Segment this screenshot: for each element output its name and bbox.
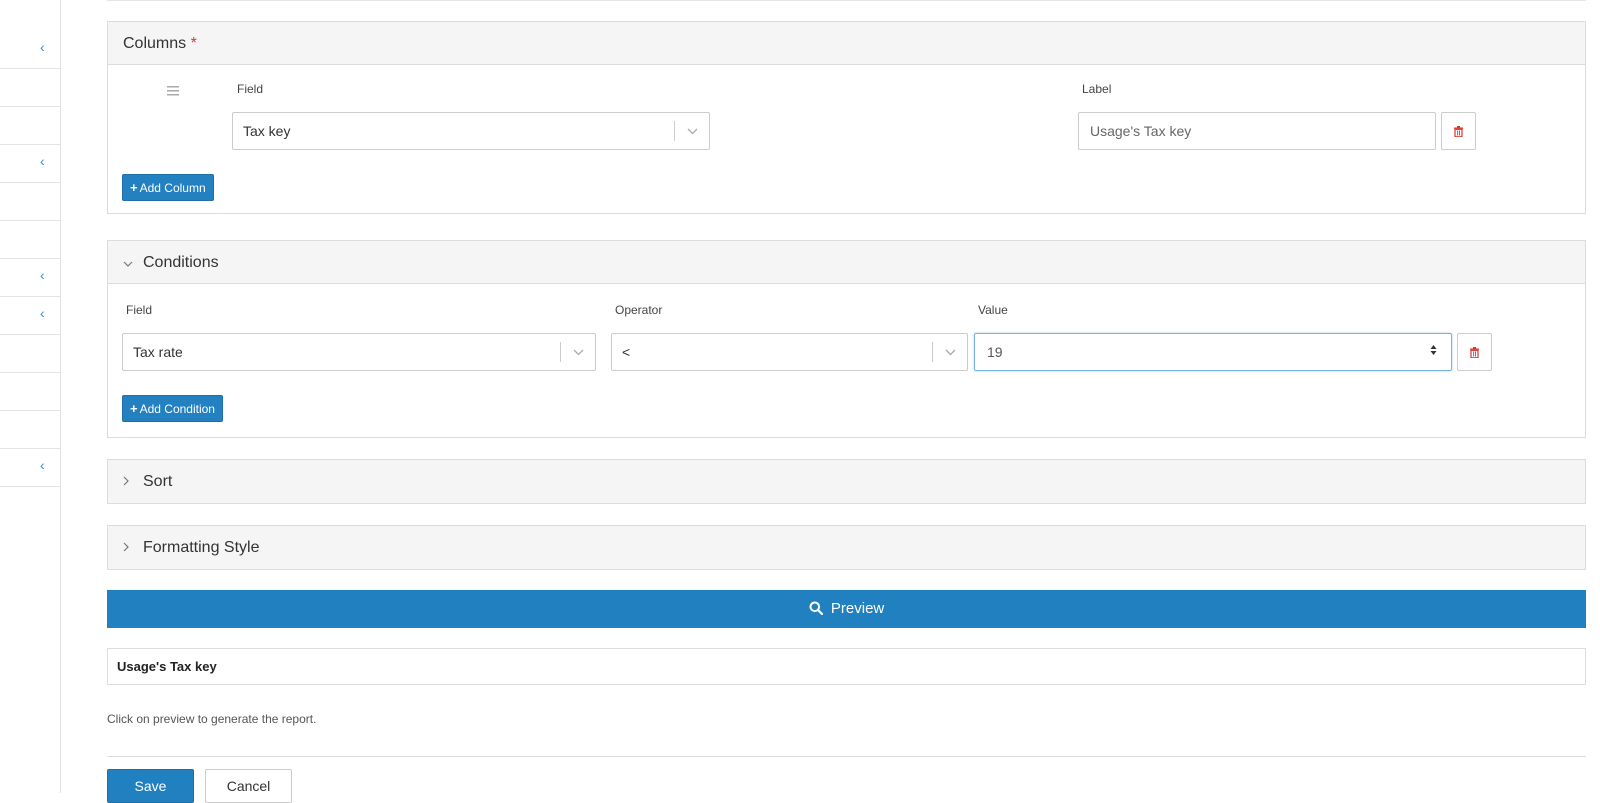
sidebar-item[interactable] xyxy=(0,183,60,221)
condition-field-value: Tax rate xyxy=(133,344,183,360)
chevron-down-icon[interactable] xyxy=(675,113,709,149)
chevron-down-icon[interactable] xyxy=(123,242,143,285)
chevron-down-icon[interactable] xyxy=(933,334,967,370)
sidebar-item[interactable] xyxy=(0,107,60,145)
sidebar-item[interactable]: ‹ xyxy=(0,297,60,335)
sidebar-item[interactable] xyxy=(0,69,60,107)
sidebar-item[interactable] xyxy=(0,411,60,449)
save-button[interactable]: Save xyxy=(107,769,194,803)
chevron-right-icon[interactable] xyxy=(123,527,143,570)
formatting-style-panel: Formatting Style xyxy=(107,525,1586,570)
sidebar-item[interactable]: ‹ xyxy=(0,259,60,297)
chevron-left-icon[interactable]: ‹ xyxy=(40,153,45,169)
chevron-down-icon[interactable] xyxy=(561,334,595,370)
delete-condition-button[interactable] xyxy=(1457,333,1492,371)
add-column-button[interactable]: + Add Column xyxy=(122,174,214,201)
column-label-input[interactable]: Usage's Tax key xyxy=(1078,112,1436,150)
column-label-placeholder: Usage's Tax key xyxy=(1090,123,1192,139)
column-label-label: Label xyxy=(1082,82,1112,96)
add-condition-label: Add Condition xyxy=(139,402,215,416)
preview-label: Preview xyxy=(830,600,885,617)
sort-title: Sort xyxy=(143,473,173,490)
condition-operator-select[interactable]: < xyxy=(611,333,968,371)
conditions-panel: Conditions Field Operator Value Tax rate… xyxy=(107,240,1586,438)
add-condition-button[interactable]: + Add Condition xyxy=(122,395,223,422)
sidebar-item[interactable]: ‹ xyxy=(0,449,60,487)
cancel-button[interactable]: Cancel xyxy=(205,769,292,803)
add-column-label: Add Column xyxy=(139,181,206,195)
column-field-select[interactable]: Tax key xyxy=(232,112,710,150)
sidebar: ‹ ‹ ‹ ‹ ‹ xyxy=(0,0,61,793)
required-marker: * xyxy=(190,35,197,52)
condition-field-label: Field xyxy=(126,303,153,317)
condition-value-input[interactable]: 19 xyxy=(974,333,1452,371)
formatting-style-panel-header[interactable]: Formatting Style xyxy=(108,526,1585,569)
sort-panel: Sort xyxy=(107,459,1586,504)
footer-divider xyxy=(107,756,1586,757)
chevron-right-icon[interactable] xyxy=(123,461,143,504)
condition-value-label: Value xyxy=(978,303,1008,317)
chevron-left-icon[interactable]: ‹ xyxy=(40,39,45,55)
preview-button[interactable]: Preview xyxy=(107,590,1586,628)
top-divider xyxy=(107,0,1586,1)
chevron-left-icon[interactable]: ‹ xyxy=(40,457,45,473)
condition-operator-label: Operator xyxy=(615,303,663,317)
columns-title: Columns xyxy=(123,35,187,52)
condition-field-select[interactable]: Tax rate xyxy=(122,333,596,371)
columns-panel-header: Columns * xyxy=(108,22,1585,65)
sidebar-item[interactable] xyxy=(0,335,60,373)
column-field-value: Tax key xyxy=(243,123,291,139)
sidebar-item[interactable]: ‹ xyxy=(0,145,60,183)
sidebar-item[interactable]: ‹ xyxy=(0,31,60,69)
search-icon xyxy=(809,600,831,617)
condition-value-text: 19 xyxy=(987,344,1003,360)
plus-icon: + xyxy=(130,180,138,195)
chevron-left-icon[interactable]: ‹ xyxy=(40,305,45,321)
result-column-header: Usage's Tax key xyxy=(107,648,1586,685)
chevron-left-icon[interactable]: ‹ xyxy=(40,267,45,283)
sort-panel-header[interactable]: Sort xyxy=(108,460,1585,503)
condition-operator-value: < xyxy=(622,344,631,360)
sidebar-item[interactable] xyxy=(0,373,60,411)
number-stepper-icon[interactable] xyxy=(1430,344,1437,357)
plus-icon: + xyxy=(130,401,138,416)
drag-handle-icon[interactable] xyxy=(167,83,179,101)
conditions-panel-header[interactable]: Conditions xyxy=(108,241,1585,284)
formatting-style-title: Formatting Style xyxy=(143,539,260,556)
columns-panel: Columns * Field Label Tax key Usage's Ta… xyxy=(107,21,1586,214)
preview-hint: Click on preview to generate the report. xyxy=(107,712,317,726)
conditions-title: Conditions xyxy=(143,254,219,271)
sidebar-item[interactable] xyxy=(0,221,60,259)
column-field-label: Field xyxy=(237,82,264,96)
result-column-header-text: Usage's Tax key xyxy=(117,659,217,674)
delete-column-button[interactable] xyxy=(1441,112,1476,150)
